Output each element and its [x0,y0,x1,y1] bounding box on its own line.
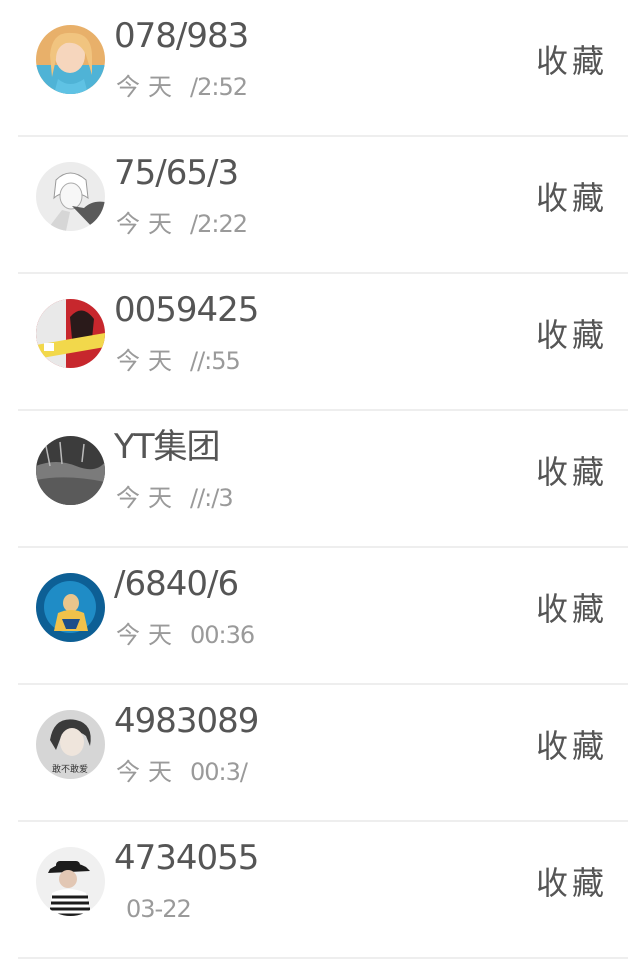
contact-name: /6840/6 [114,564,239,604]
girl-portrait-avatar[interactable] [36,25,105,94]
date-label: 今天 [116,621,180,649]
contact-name: 0059425 [114,290,259,330]
timestamp: 今天/2:52 [116,70,248,104]
time-label: /2:52 [190,73,248,101]
time-label: //:/3 [190,484,234,512]
timestamp: 今天 00:36 [116,618,255,652]
contact-list: 078/983 今天/2:52 收藏 75/65/3 今天/2:22 收藏 00… [0,0,640,959]
timestamp: 03-22 [116,892,192,926]
list-item[interactable]: 4734055 03-22 收藏 [0,822,640,959]
favorite-button[interactable]: 收藏 [536,863,608,903]
time-label: 03-22 [126,895,192,923]
dark-landscape-avatar[interactable] [36,436,105,505]
list-item[interactable]: 0059425 今天 //:55 收藏 [0,274,640,411]
date-label: 今天 [116,73,180,101]
anime-sketch-avatar[interactable] [36,162,105,231]
grey-portrait-avatar[interactable]: 敢不敢爱 [36,710,105,779]
contact-name: 078/983 [114,16,249,56]
timestamp: 今天 //:55 [116,344,241,378]
list-item[interactable]: /6840/6 今天 00:36 收藏 [0,548,640,685]
contact-name: YT集团 [114,427,221,467]
contact-name: 4734055 [114,838,259,878]
time-label: /2:22 [190,210,248,238]
red-poster-avatar[interactable] [36,299,105,368]
favorite-button[interactable]: 收藏 [536,41,608,81]
time-label: 00:3/ [190,758,248,786]
list-item[interactable]: 敢不敢爱 4983089 今天 00:3/ 收藏 [0,685,640,822]
date-label: 今天 [116,210,180,238]
favorite-button[interactable]: 收藏 [536,178,608,218]
favorite-button[interactable]: 收藏 [536,315,608,355]
list-item[interactable]: 75/65/3 今天/2:22 收藏 [0,137,640,274]
date-label: 今天 [116,347,180,375]
contact-name: 75/65/3 [114,153,239,193]
time-label: //:55 [190,347,241,375]
timestamp: 今天/2:22 [116,207,248,241]
favorite-button[interactable]: 收藏 [536,452,608,492]
avatar-caption: 敢不敢爱 [52,763,88,775]
list-item[interactable]: 078/983 今天/2:52 收藏 [0,0,640,137]
time-label: 00:36 [190,621,255,649]
favorite-button[interactable]: 收藏 [536,726,608,766]
hat-person-avatar[interactable] [36,847,105,916]
favorite-button[interactable]: 收藏 [536,589,608,629]
date-label: 今天 [116,484,180,512]
date-label: 今天 [116,758,180,786]
blue-figure-avatar[interactable] [36,573,105,642]
contact-name: 4983089 [114,701,259,741]
list-item[interactable]: YT集团 今天 //:/3 收藏 [0,411,640,548]
timestamp: 今天 //:/3 [116,481,234,515]
timestamp: 今天 00:3/ [116,755,248,789]
